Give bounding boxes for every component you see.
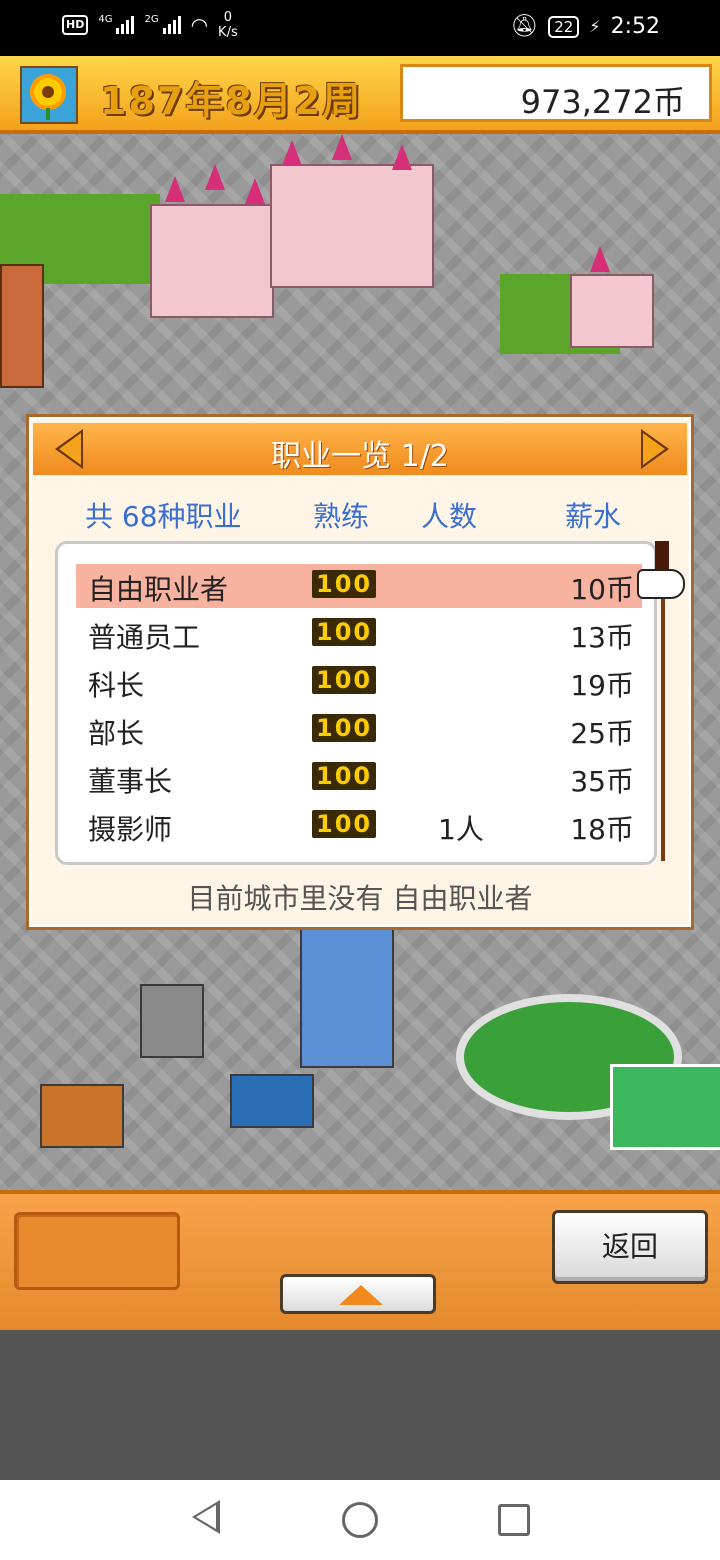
worker-count: 1人: [438, 813, 484, 846]
skill-value: 100: [312, 618, 377, 646]
dialog-title: 职业一览 1/2: [271, 439, 449, 474]
salary-value: 10币: [570, 573, 634, 606]
wifi-icon: ◠: [190, 13, 209, 37]
skill-value: 100: [312, 666, 377, 694]
clock: 2:52: [610, 14, 660, 39]
office-tower: [300, 924, 394, 1068]
total-jobs-header: 共 68种职业: [85, 500, 242, 533]
speed-value: 0: [223, 10, 233, 25]
network-4g-label: 4G: [98, 13, 113, 25]
nav-recents-icon[interactable]: [498, 1504, 530, 1536]
job-name: 科长: [88, 669, 145, 702]
shop-building: [230, 1074, 314, 1128]
game-date: 187年8月2周: [100, 79, 363, 123]
network-speed: 0 K/s: [218, 10, 238, 40]
job-name: 部长: [88, 717, 145, 750]
network-2g-label: 2G: [144, 13, 159, 25]
soccer-field: [610, 1064, 720, 1150]
money-box: 973,272币: [400, 64, 712, 122]
job-name: 自由职业者: [88, 573, 229, 606]
hd-icon: HD: [62, 15, 89, 35]
next-page-arrow-icon[interactable]: [643, 433, 665, 465]
job-row[interactable]: 董事长 100 35币: [76, 756, 642, 800]
salary-value: 13币: [570, 621, 634, 654]
skill-value: 100: [312, 762, 377, 790]
job-name: 普通员工: [88, 621, 201, 654]
skill-value: 100: [312, 570, 377, 598]
mute-icon: 🔕︎: [510, 14, 539, 39]
nav-home-icon[interactable]: [342, 1502, 378, 1538]
up-arrow-icon: [339, 1285, 383, 1305]
castle-building-2: [270, 164, 434, 288]
status-right: 🔕︎ 22 ⚡︎ 2:52: [510, 14, 660, 39]
battery-icon: 22: [548, 15, 580, 38]
job-list[interactable]: 自由职业者 100 10币 普通员工 100 13币 科长 100 19币 部长…: [55, 541, 657, 865]
system-nav-bar: [0, 1480, 720, 1560]
salary-value: 19币: [570, 669, 634, 702]
speed-unit: K/s: [218, 25, 238, 40]
salary-value: 35币: [570, 765, 634, 798]
salary-value: 25币: [570, 717, 634, 750]
nav-back-icon[interactable]: [192, 1500, 220, 1534]
job-row[interactable]: 摄影师 100 1人 18币: [76, 804, 642, 848]
signal-icon-2: [162, 16, 181, 34]
top-bar: 187年8月2周 973,272币: [0, 56, 720, 134]
pointer-hand-icon: [637, 569, 685, 599]
skill-header: 熟练: [313, 500, 370, 533]
shop-building-2: [40, 1084, 124, 1148]
skill-value: 100: [312, 714, 377, 742]
status-left: HD 4G 2G ◠ 0 K/s: [62, 10, 238, 40]
skill-value: 100: [312, 810, 377, 838]
pagoda-building: [0, 264, 44, 388]
job-row[interactable]: 科长 100 19币: [76, 660, 642, 704]
grey-office: [140, 984, 204, 1058]
salary-header: 薪水: [565, 500, 622, 533]
job-name: 摄影师: [88, 813, 173, 846]
status-bar: HD 4G 2G ◠ 0 K/s 🔕︎ 22 ⚡︎ 2:52: [0, 0, 720, 56]
empty-area: [0, 1330, 720, 1480]
castle-building: [150, 204, 274, 318]
signal-icon: [116, 16, 135, 34]
expand-up-button[interactable]: [280, 1274, 436, 1314]
money-value: 973,272币: [520, 83, 685, 121]
count-header: 人数: [421, 500, 478, 533]
salary-value: 18币: [570, 813, 634, 846]
empty-slot: [14, 1212, 180, 1290]
job-row[interactable]: 普通员工 100 13币: [76, 612, 642, 656]
castle-building-3: [570, 274, 654, 348]
job-name: 董事长: [88, 765, 173, 798]
charging-icon: ⚡︎: [589, 17, 601, 36]
job-row[interactable]: 部长 100 25币: [76, 708, 642, 752]
dialog-message: 目前城市里没有 自由职业者: [187, 882, 533, 915]
back-button[interactable]: 返回: [552, 1210, 708, 1284]
job-row[interactable]: 自由职业者 100 10币: [76, 564, 642, 608]
bottom-panel: 返回: [0, 1190, 720, 1334]
job-list-dialog: 职业一览 1/2 共 68种职业 熟练 人数 薪水 自由职业者 100 10币 …: [26, 414, 694, 930]
sunflower-icon[interactable]: [20, 66, 78, 124]
dialog-header: 职业一览 1/2: [33, 423, 687, 475]
